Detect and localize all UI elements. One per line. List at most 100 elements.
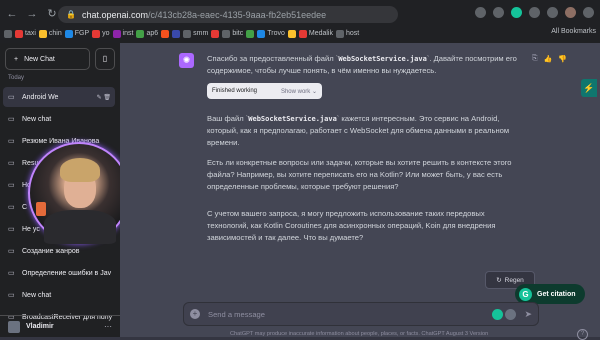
url-text: chat.openai.com/c/413cb28a-eaec-4135-9aa… bbox=[82, 10, 326, 20]
bookmark-11[interactable]: bitc bbox=[222, 29, 244, 38]
show-work-toggle[interactable]: Show work ⌄ bbox=[281, 88, 317, 95]
chat-item-8[interactable]: ▭ Определение ошибки в Jav bbox=[3, 263, 115, 283]
send-icon[interactable]: ➤ bbox=[524, 309, 532, 320]
bookmark-label: ap6 bbox=[146, 30, 159, 37]
bookmark-10[interactable] bbox=[211, 29, 220, 38]
chat-bubble-icon: ▭ bbox=[8, 116, 15, 123]
chat-item-label: Android We bbox=[22, 93, 59, 101]
new-chat-label: New Chat bbox=[24, 55, 55, 63]
chat-item-1[interactable]: ▭ New chat bbox=[3, 109, 115, 129]
chat-item-label: New chat bbox=[22, 291, 52, 299]
chat-item-7[interactable]: ▭ Создание жанров bbox=[3, 241, 115, 261]
copy-icon[interactable]: ⎘ bbox=[532, 55, 538, 63]
bookmark-7[interactable] bbox=[161, 29, 170, 38]
bookmark-8[interactable] bbox=[172, 29, 181, 38]
p1-code: WebSocketService.java bbox=[338, 55, 427, 63]
bookmark-3[interactable]: FGP bbox=[64, 29, 90, 38]
bookmark-label: bitc bbox=[232, 30, 244, 37]
plus-icon: + bbox=[14, 55, 19, 63]
bookmark-4[interactable]: yo bbox=[92, 29, 110, 38]
menu-icon[interactable] bbox=[583, 7, 594, 18]
refresh-icon: ↻ bbox=[496, 277, 502, 284]
assistant-avatar-icon: ✺ bbox=[179, 53, 194, 68]
bookmark-9[interactable]: smm bbox=[183, 29, 208, 38]
bookmark-16[interactable]: host bbox=[335, 29, 359, 38]
lock-icon: 🔒 bbox=[66, 10, 76, 19]
p2-text-before: Ваш файл ` bbox=[207, 114, 249, 123]
address-row: ← → ↻ 🔒 chat.openai.com/c/413cb28a-eaec-… bbox=[0, 4, 600, 24]
address-bar[interactable]: 🔒 chat.openai.com/c/413cb28a-eaec-4135-9… bbox=[58, 6, 398, 23]
composer-placeholder: Send a message bbox=[208, 309, 265, 319]
star-icon[interactable] bbox=[493, 7, 504, 18]
back-icon[interactable]: ← bbox=[4, 6, 20, 22]
help-icon[interactable]: ? bbox=[577, 329, 588, 340]
bookmark-label: Trovo bbox=[267, 30, 285, 37]
bookmark-2[interactable]: chin bbox=[38, 29, 62, 38]
trash-icon[interactable]: 🗑 bbox=[103, 95, 111, 101]
bolt-icon[interactable]: ⚡ bbox=[581, 79, 597, 97]
webcam-shirt bbox=[44, 210, 116, 244]
chat-bubble-icon: ▭ bbox=[8, 94, 15, 101]
bookmark-5[interactable]: inst bbox=[112, 29, 134, 38]
conversation-area: ✺ ⎘ 👍 👎 Спасибо за предоставленный файл … bbox=[120, 43, 600, 340]
get-citation-button[interactable]: G Get citation bbox=[515, 284, 585, 304]
chat-bubble-icon: ▭ bbox=[8, 292, 15, 299]
all-bookmarks[interactable]: All Bookmarks bbox=[551, 28, 596, 35]
chat-item-9[interactable]: ▭ New chat bbox=[3, 285, 115, 305]
finished-working-label: Finished working bbox=[212, 88, 258, 94]
regenerate-label: Regen bbox=[504, 276, 524, 284]
chat-bubble-icon: ▭ bbox=[8, 226, 15, 233]
edit-icon[interactable]: ✎ bbox=[97, 95, 102, 101]
sidebar-toggle-button[interactable]: ▯ bbox=[95, 48, 115, 70]
show-work-label: Show work bbox=[280, 88, 311, 95]
bookmark-label: inst bbox=[122, 30, 134, 37]
user-account-row[interactable]: Vladimir ··· bbox=[0, 315, 120, 337]
chat-bubble-icon: ▭ bbox=[8, 204, 15, 211]
chat-bubble-icon: ▭ bbox=[8, 270, 15, 277]
profile-avatar[interactable] bbox=[565, 7, 576, 18]
bookmark-label: taxi bbox=[25, 30, 36, 37]
bookmark-15[interactable]: Medalik bbox=[298, 29, 333, 38]
chat-bubble-icon: ▭ bbox=[8, 160, 15, 167]
bookmark-6[interactable]: ap6 bbox=[136, 29, 159, 38]
chat-item-actions: ✎ 🗑 bbox=[97, 94, 111, 101]
message-paragraph-2: Ваш файл `WebSocketService.java` кажется… bbox=[207, 113, 527, 149]
user-avatar bbox=[8, 320, 20, 333]
chat-item-label: Определение ошибки в Jav bbox=[22, 269, 112, 277]
attach-plus-icon[interactable]: + bbox=[190, 309, 200, 319]
chat-item-label: Создание жанров bbox=[22, 247, 80, 255]
all-bookmarks-label: All Bookmarks bbox=[551, 28, 596, 35]
url-path: /c/413cb28a-eaec-4135-9aaa-fb2eb51eedee bbox=[148, 9, 327, 20]
message-paragraph-3: Есть ли конкретные вопросы или задачи, к… bbox=[207, 158, 512, 191]
forward-icon[interactable]: → bbox=[24, 6, 40, 22]
new-chat-button[interactable]: + New Chat bbox=[5, 48, 90, 70]
chat-bubble-icon: ▭ bbox=[8, 182, 15, 189]
bookmark-label: Medalik bbox=[308, 30, 333, 37]
url-host: chat.openai.com bbox=[81, 9, 149, 20]
more-options-icon[interactable]: ··· bbox=[104, 322, 112, 331]
bookmark-apps-icon[interactable] bbox=[4, 29, 12, 38]
bookmark-12[interactable] bbox=[246, 29, 255, 38]
thumbs-down-icon[interactable]: 👎 bbox=[558, 55, 567, 63]
bookmark-14[interactable] bbox=[287, 29, 296, 38]
bookmark-label: FGP bbox=[74, 30, 90, 37]
extension-status-icon[interactable] bbox=[505, 309, 516, 320]
webcam-overlay bbox=[28, 142, 130, 244]
sidepanel-icon[interactable] bbox=[547, 7, 558, 18]
puzzle-icon[interactable] bbox=[529, 7, 540, 18]
thumbs-up-icon[interactable]: 👍 bbox=[544, 55, 553, 63]
finished-working-panel[interactable]: Finished working Show work ⌄ bbox=[207, 83, 322, 99]
chat-item-0[interactable]: ▭ Android We ✎ 🗑 bbox=[3, 87, 115, 107]
bookmark-13[interactable]: Trovo bbox=[257, 29, 285, 38]
extension-icons bbox=[475, 7, 594, 18]
grammarly-icon: G bbox=[519, 287, 532, 301]
p2-code: WebSocketService.java bbox=[248, 115, 337, 123]
bookmark-1[interactable]: taxi bbox=[15, 29, 36, 38]
message-composer[interactable]: + Send a message ➤ bbox=[183, 302, 539, 326]
grammarly-status-icon[interactable] bbox=[492, 309, 503, 320]
bookmark-label: yo bbox=[102, 30, 110, 37]
grammarly-extension-icon[interactable] bbox=[511, 7, 522, 18]
user-name: Vladimir bbox=[26, 323, 54, 330]
share-icon[interactable] bbox=[475, 7, 486, 18]
chat-bubble-icon: ▭ bbox=[8, 248, 15, 255]
